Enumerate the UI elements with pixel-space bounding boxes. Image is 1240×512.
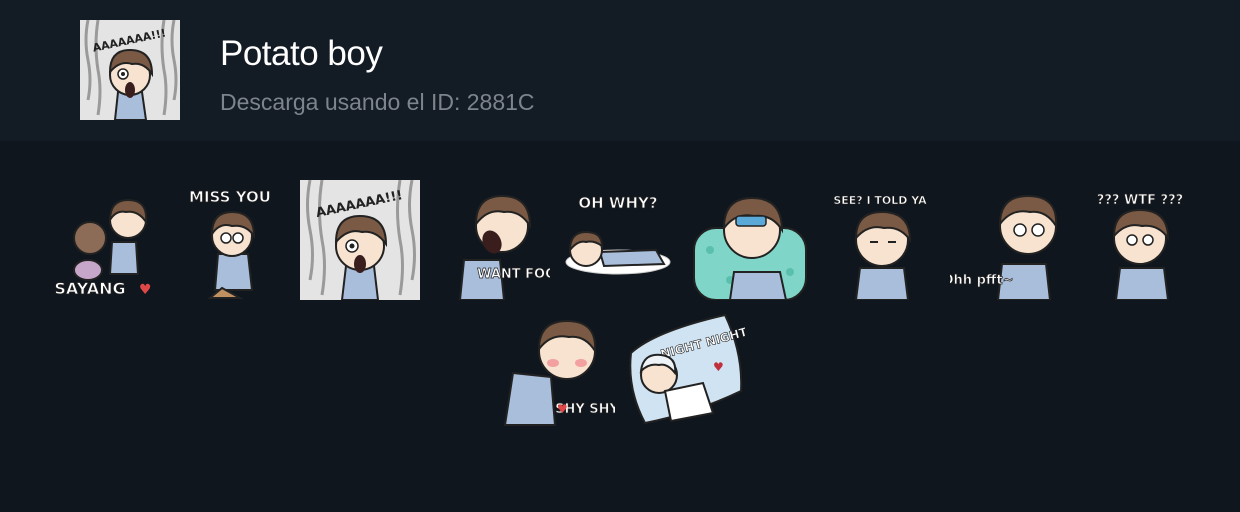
pack-title: Potato boy xyxy=(220,34,383,73)
pack-header: AAAAAAA!!! Potato boy Descarga usando el… xyxy=(0,0,1240,141)
sticker-ohh-pfft[interactable]: Ohh pfft~ xyxy=(950,180,1070,300)
sticker-sick[interactable] xyxy=(690,180,810,300)
sticker-told-ya[interactable]: SEE? I TOLD YA xyxy=(820,180,940,300)
screaming-sticker-icon: AAAAAAA!!! xyxy=(300,180,420,300)
sticker-wtf[interactable]: ??? WTF ??? xyxy=(1080,180,1200,300)
sticker-miss-you[interactable]: MISS YOU xyxy=(170,180,290,300)
sticker-caption: SAYANG xyxy=(54,279,125,298)
pack-cover-thumbnail[interactable]: AAAAAAA!!! xyxy=(80,20,180,120)
sticker-scream[interactable]: AAAAAAA!!! xyxy=(300,180,420,300)
screaming-boy-sticker-icon: AAAAAAA!!! xyxy=(80,20,180,120)
oh-why-sticker-icon: OH WHY? xyxy=(565,194,671,275)
sticker-caption: OH WHY? xyxy=(578,194,657,212)
svg-text:♥: ♥ xyxy=(139,282,152,298)
told-you-sticker-icon: SEE? I TOLD YA xyxy=(833,194,927,300)
sticker-caption: Ohh pfft~ xyxy=(950,273,1014,288)
sticker-oh-why[interactable]: OH WHY? xyxy=(560,180,680,300)
svg-text:♥: ♥ xyxy=(713,360,724,374)
sticker-night-night[interactable]: NIGHT NIGHT ♥ xyxy=(625,313,745,433)
pack-download-id: Descarga usando el ID: 2881C xyxy=(220,89,535,115)
sticker-caption: WANT FOOD xyxy=(477,267,550,282)
svg-text:♥: ♥ xyxy=(557,402,568,416)
sticker-want-food[interactable]: WANT FOOD xyxy=(430,180,550,300)
sayang-hug-sticker-icon: SAYANG ♥ xyxy=(54,198,152,298)
ohh-pfft-sticker-icon: Ohh pfft~ xyxy=(950,194,1058,300)
shy-shy-sticker-icon: SHY SHY ♥ xyxy=(503,319,615,426)
sticker-caption: ??? WTF ??? xyxy=(1097,193,1183,208)
sticker-sayang[interactable]: SAYANG ♥ xyxy=(40,180,160,300)
sick-fever-sticker-icon xyxy=(693,196,807,300)
sticker-caption: MISS YOU xyxy=(189,188,271,206)
wtf-sticker-icon: ??? WTF ??? xyxy=(1096,193,1184,300)
want-food-sticker-icon: WANT FOOD xyxy=(458,194,550,300)
sticker-grid: SAYANG ♥ MISS YOU AAAAAAA!!! WANT FO OH … xyxy=(0,141,1240,512)
miss-you-sticker-icon: MISS YOU xyxy=(189,188,271,299)
sticker-shy-shy[interactable]: SHY SHY ♥ xyxy=(495,313,615,433)
night-night-sticker-icon: NIGHT NIGHT ♥ xyxy=(629,313,745,425)
sticker-caption: SEE? I TOLD YA xyxy=(833,194,927,207)
